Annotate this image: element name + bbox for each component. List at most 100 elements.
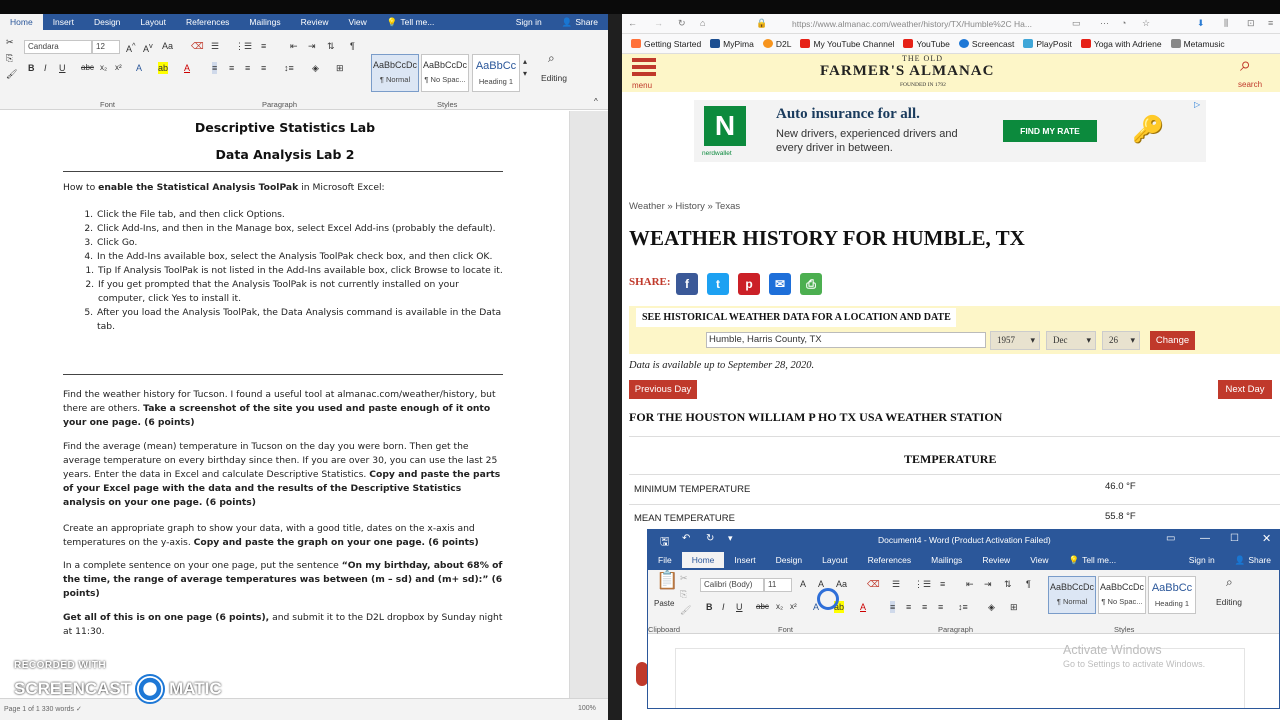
share-button[interactable]: 👤 Share <box>552 14 608 30</box>
print-icon[interactable]: ⎙ <box>800 273 822 295</box>
pinterest-icon[interactable]: p <box>738 273 760 295</box>
tab-references[interactable]: References <box>176 14 239 30</box>
copy-icon[interactable]: ⎘ <box>680 588 687 600</box>
sign-in-link[interactable]: Sign in <box>1179 552 1225 568</box>
style-heading1[interactable]: AaBbCc Heading 1 <box>472 54 520 92</box>
text-effects-icon[interactable]: A <box>136 62 142 74</box>
tab-mailings[interactable]: Mailings <box>921 552 972 568</box>
find-icon[interactable]: ⌕ <box>548 52 555 64</box>
style-heading1[interactable]: AaBbCc Heading 1 <box>1148 576 1196 614</box>
menu-icon[interactable]: ≡ <box>1268 17 1273 29</box>
breadcrumb-texas[interactable]: Texas <box>715 201 740 212</box>
hamburger-menu-icon[interactable] <box>632 58 656 80</box>
bold-icon[interactable]: B <box>706 601 713 613</box>
shading-icon[interactable]: ◈ <box>988 601 995 613</box>
grow-font-icon[interactable]: A <box>800 578 806 590</box>
multilevel-list-icon[interactable]: ≡ <box>940 578 945 590</box>
page-actions-icon[interactable]: ⋯ <box>1100 17 1109 29</box>
tell-me-box[interactable]: 💡 Tell me... <box>377 14 445 30</box>
address-bar[interactable]: https://www.almanac.com/weather/history/… <box>792 19 1042 29</box>
tab-references[interactable]: References <box>858 552 921 568</box>
search-icon[interactable]: ⌕ <box>1240 54 1251 77</box>
justify-icon[interactable]: ≡ <box>938 601 943 613</box>
font-name-box[interactable]: Candara <box>24 40 92 54</box>
tab-home[interactable]: Home <box>0 14 43 30</box>
bullets-icon[interactable]: ☰ <box>211 40 219 52</box>
ad-cta-button[interactable]: FIND MY RATE <box>1003 120 1097 142</box>
superscript-icon[interactable]: x² <box>790 601 797 613</box>
site-logo[interactable]: FARMER'S ALMANAC <box>820 63 994 80</box>
sort-icon[interactable]: ⇅ <box>327 40 335 52</box>
facebook-icon[interactable]: f <box>676 273 698 295</box>
sort-icon[interactable]: ⇅ <box>1004 578 1012 590</box>
multilevel-list-icon[interactable]: ≡ <box>261 40 266 52</box>
window-divider[interactable] <box>608 14 622 720</box>
center-icon[interactable]: ≡ <box>906 601 911 613</box>
tell-me-box[interactable]: 💡 Tell me... <box>1058 552 1126 568</box>
tab-design[interactable]: Design <box>766 552 812 568</box>
font-size-box[interactable]: 11 <box>764 578 792 592</box>
change-case-icon[interactable]: Aa <box>836 578 847 590</box>
decrease-indent-icon[interactable]: ⇤ <box>290 40 298 52</box>
menu-label[interactable]: menu <box>632 81 652 90</box>
bookmark-getting-started[interactable]: Getting Started <box>631 39 701 49</box>
font-size-box[interactable]: 12 <box>92 40 120 54</box>
change-button[interactable]: Change <box>1150 331 1195 350</box>
font-name-box[interactable]: Calibri (Body) <box>700 578 764 592</box>
bookmark-playposit[interactable]: PlayPosit <box>1023 39 1072 49</box>
tab-file[interactable]: File <box>648 552 682 568</box>
next-day-button[interactable]: Next Day <box>1218 380 1272 399</box>
align-left-icon[interactable]: ≡ <box>890 601 896 613</box>
breadcrumb-history[interactable]: History <box>675 201 705 212</box>
borders-icon[interactable]: ⊞ <box>336 62 344 74</box>
format-painter-icon[interactable]: 🖌 <box>6 68 17 80</box>
cut-icon[interactable]: ✂ <box>6 36 14 48</box>
clear-formatting-icon[interactable]: ⌫ <box>867 578 880 590</box>
subscript-icon[interactable]: x₂ <box>776 601 783 613</box>
underline-icon[interactable]: U <box>736 601 743 613</box>
maximize-icon[interactable]: ☐ <box>1230 533 1239 544</box>
back-icon[interactable]: ← <box>628 17 637 29</box>
pocket-icon[interactable]: ◔ <box>1121 17 1126 29</box>
show-marks-icon[interactable]: ¶ <box>350 40 355 52</box>
line-spacing-icon[interactable]: ↕≡ <box>284 62 294 74</box>
cut-icon[interactable]: ✂ <box>680 572 688 584</box>
customize-qat-icon[interactable]: ▾ <box>728 533 733 544</box>
document-page[interactable]: Descriptive Statistics Lab Data Analysis… <box>0 111 570 701</box>
editing-label[interactable]: Editing <box>541 72 567 84</box>
sync-icon[interactable]: ⊡ <box>1247 17 1255 29</box>
subscript-icon[interactable]: x₂ <box>100 62 107 74</box>
sign-in-link[interactable]: Sign in <box>506 14 552 30</box>
copy-icon[interactable]: ⎘ <box>6 52 13 64</box>
paste-label[interactable]: Paste <box>654 598 674 610</box>
italic-icon[interactable]: I <box>44 62 47 74</box>
undo-icon[interactable]: ↶ <box>682 533 690 544</box>
month-select[interactable]: Dec ▾ <box>1046 331 1096 350</box>
minimize-icon[interactable]: — <box>1200 533 1210 544</box>
find-icon[interactable]: ⌕ <box>1226 576 1233 588</box>
grow-font-icon[interactable]: A^ <box>126 40 136 55</box>
tab-home[interactable]: Home <box>681 552 725 568</box>
bookmark-metamusic[interactable]: Metamusic <box>1170 39 1225 49</box>
numbering-icon[interactable]: ⋮☰ <box>914 578 931 590</box>
redo-icon[interactable]: ↻ <box>706 533 714 544</box>
strikethrough-icon[interactable]: abc <box>756 601 769 613</box>
styles-scroll-icon[interactable]: ▴ ▾ <box>523 56 527 80</box>
ad-banner[interactable]: N nerdwallet Auto insurance for all. New… <box>694 100 1206 162</box>
word-count[interactable]: Page 1 of 1 330 words ✓ <box>4 705 82 713</box>
style-normal[interactable]: AaBbCcDc ¶ Normal <box>1048 576 1096 614</box>
paste-icon[interactable]: 📋 <box>656 571 678 589</box>
italic-icon[interactable]: I <box>722 601 725 613</box>
reader-icon[interactable]: ▭ <box>1072 17 1081 29</box>
tab-layout[interactable]: Layout <box>130 14 176 30</box>
home-icon[interactable]: ⌂ <box>700 17 705 29</box>
location-input[interactable]: Humble, Harris County, TX <box>706 332 986 348</box>
center-icon[interactable]: ≡ <box>229 62 234 74</box>
strikethrough-icon[interactable]: abc <box>81 62 94 74</box>
share-button[interactable]: 👤 Share <box>1225 552 1279 568</box>
adchoices-icon[interactable]: ▷ <box>1194 100 1200 109</box>
borders-icon[interactable]: ⊞ <box>1010 601 1018 613</box>
forward-icon[interactable]: → <box>654 17 663 29</box>
bullets-icon[interactable]: ☰ <box>892 578 900 590</box>
vertical-scrollbar[interactable] <box>570 111 608 701</box>
